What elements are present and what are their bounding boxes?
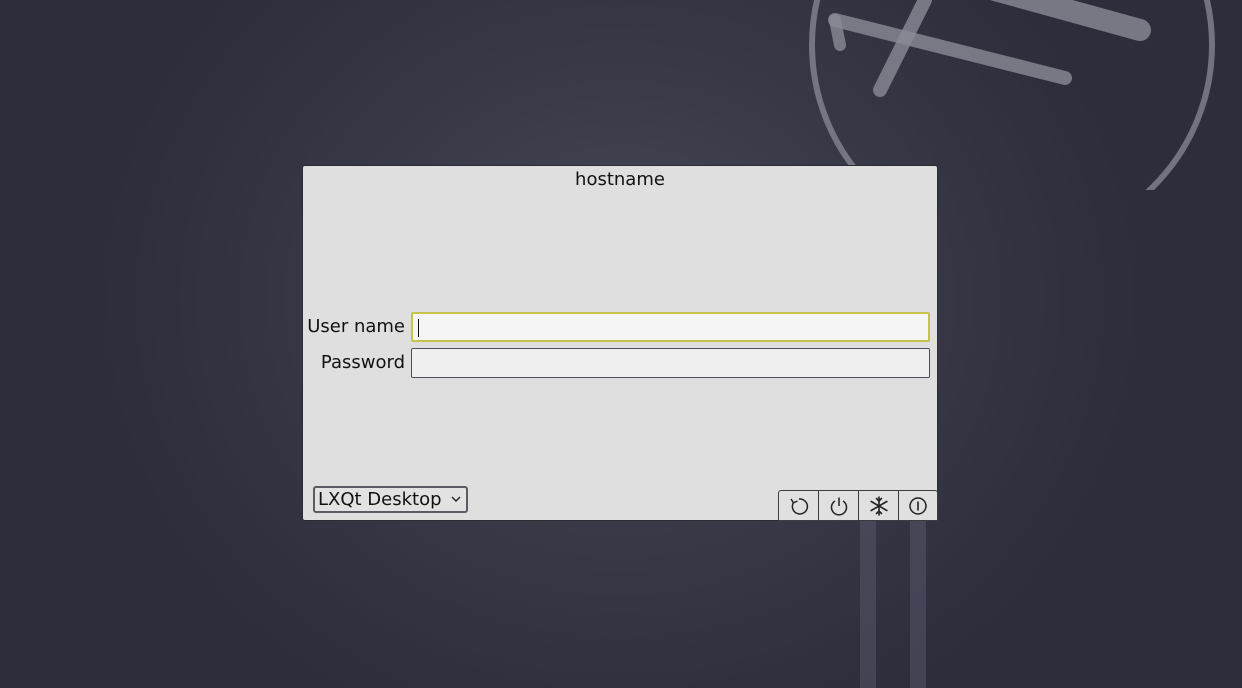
power-icon — [830, 497, 847, 516]
username-input[interactable] — [411, 312, 930, 342]
hibernate-button[interactable] — [858, 490, 898, 521]
text-caret — [418, 319, 419, 337]
chevron-down-icon — [451, 496, 461, 502]
power-button-group — [778, 490, 938, 521]
shutdown-button[interactable] — [818, 490, 858, 521]
background-logo — [809, 0, 1215, 190]
session-select[interactable]: LXQt Desktop — [313, 486, 468, 513]
reboot-button[interactable] — [778, 490, 818, 521]
session-selected-label: LXQt Desktop — [318, 489, 442, 510]
hostname-label: hostname — [575, 169, 665, 190]
snowflake-icon — [869, 495, 888, 516]
login-dialog: hostname User name Password LXQt Desktop — [302, 165, 938, 521]
suspend-button[interactable] — [898, 490, 938, 521]
reboot-icon — [789, 497, 808, 515]
suspend-icon — [909, 496, 927, 515]
username-label: User name — [307, 316, 405, 337]
password-label: Password — [320, 352, 405, 373]
background-cable — [860, 520, 926, 688]
password-input[interactable] — [411, 348, 930, 378]
